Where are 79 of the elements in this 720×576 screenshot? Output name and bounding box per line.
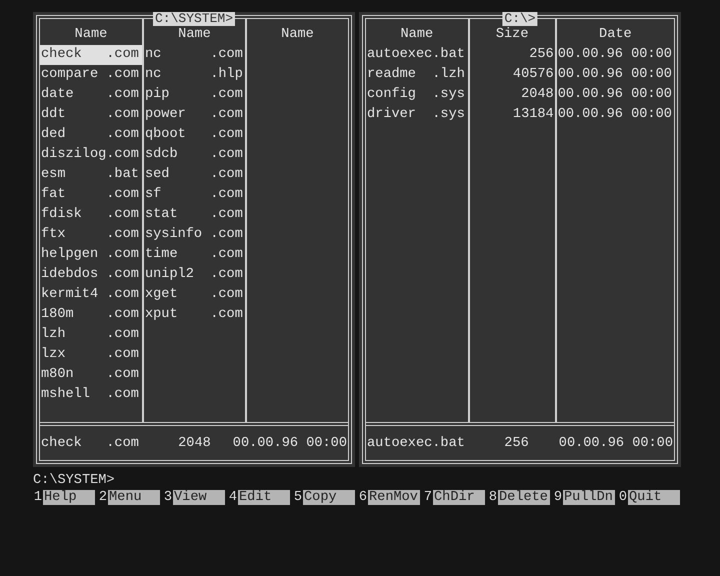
file-entry[interactable]: unipl2 .com [144,265,245,285]
function-key-button[interactable]: Quit [628,490,680,505]
file-entry[interactable]: mshell .com [40,385,142,405]
file-entry[interactable]: sed .com [144,165,245,185]
file-date: 00.00.96 00:00 [556,86,673,104]
column-heading: Size [494,26,530,44]
file-entry[interactable]: ftx .com [40,225,142,245]
file-entry[interactable]: ddt .com [40,105,142,125]
file-entry[interactable]: helpgen .com [40,245,142,265]
file-entry[interactable]: sf .com [144,185,245,205]
file-entry[interactable]: lzh .com [40,325,142,345]
file-entry[interactable]: time .com [144,245,245,265]
column-heading: Name [280,26,315,44]
file-entry[interactable]: diszilog.com [40,145,142,165]
file-entry[interactable]: esm .bat [40,165,142,185]
file-name: autoexec.bat [367,436,465,450]
file-entry[interactable]: readme .lzh [366,65,468,85]
file-date: 00.00.96 00:00 [556,46,673,64]
file-entry[interactable]: power .com [144,105,245,125]
file-entry[interactable]: ded .com [40,125,142,145]
file-entry[interactable]: autoexec.bat [366,45,468,65]
file-entry[interactable]: m80n .com [40,365,142,385]
file-size: 13184 [512,106,555,124]
file-entry[interactable]: date .com [40,85,142,105]
file-date: 00.00.96 00:00 [232,436,347,450]
function-key-button[interactable]: Copy [303,490,355,505]
panel-path: C:\SYSTEM> [153,12,235,26]
key-number: 5 [293,490,303,505]
file-entry[interactable]: fat .com [40,185,142,205]
file-date: 00.00.96 00:00 [556,106,673,124]
file-entry[interactable]: nc .com [144,45,245,65]
file-entry[interactable]: sdcb .com [144,145,245,165]
command-prompt[interactable]: C:\SYSTEM> [33,474,720,488]
key-number: 0 [618,490,628,505]
panel-path: C:\> [502,12,538,26]
file-entry[interactable]: fdisk .com [40,205,142,225]
file-entry[interactable]: driver .sys [366,105,468,125]
file-entry[interactable]: check .com [40,45,142,65]
file-entry[interactable]: lzx .com [40,345,142,365]
file-entry[interactable]: pip .com [144,85,245,105]
key-number: 4 [228,490,238,505]
function-key-button[interactable]: PullDn [563,490,615,505]
file-entry[interactable]: stat .com [144,205,245,225]
file-size: 256 [528,46,555,64]
key-number: 2 [98,490,108,505]
file-entry[interactable]: nc .hlp [144,65,245,85]
file-size: 2048 [520,86,555,104]
key-number: 6 [358,490,368,505]
file-entry[interactable]: 180m .com [40,305,142,325]
file-entry[interactable]: config .sys [366,85,468,105]
file-entry[interactable]: compare .com [40,65,142,85]
function-key-button[interactable]: Delete [498,490,550,505]
file-size: 256 [504,436,529,450]
file-entry[interactable]: xput .com [144,305,245,325]
function-key-button[interactable]: Help [43,490,95,505]
file-entry[interactable]: sysinfo .com [144,225,245,245]
column-heading: Name [400,26,434,44]
file-entry[interactable]: xget .com [144,285,245,305]
file-name: check .com [41,436,139,450]
file-entry[interactable]: idebdos .com [40,265,142,285]
function-key-button[interactable]: View [173,490,225,505]
file-entry[interactable]: kermit4 .com [40,285,142,305]
function-key-button[interactable]: RenMov [368,490,420,505]
function-key-button[interactable]: ChDir [433,490,485,505]
file-size: 40576 [512,66,555,84]
file-date: 00.00.96 00:00 [558,436,673,450]
column-heading: Name [74,26,108,44]
column-heading: Date [598,26,633,44]
file-entry[interactable]: qboot .com [144,125,245,145]
file-size: 2048 [178,436,211,450]
key-number: 9 [553,490,563,505]
key-number: 3 [163,490,173,505]
file-date: 00.00.96 00:00 [556,66,673,84]
key-number: 8 [488,490,498,505]
key-number: 7 [423,490,433,505]
key-number: 1 [33,490,43,505]
column-heading: Name [177,26,212,44]
function-key-button[interactable]: Edit [238,490,290,505]
function-key-button[interactable]: Menu [108,490,160,505]
